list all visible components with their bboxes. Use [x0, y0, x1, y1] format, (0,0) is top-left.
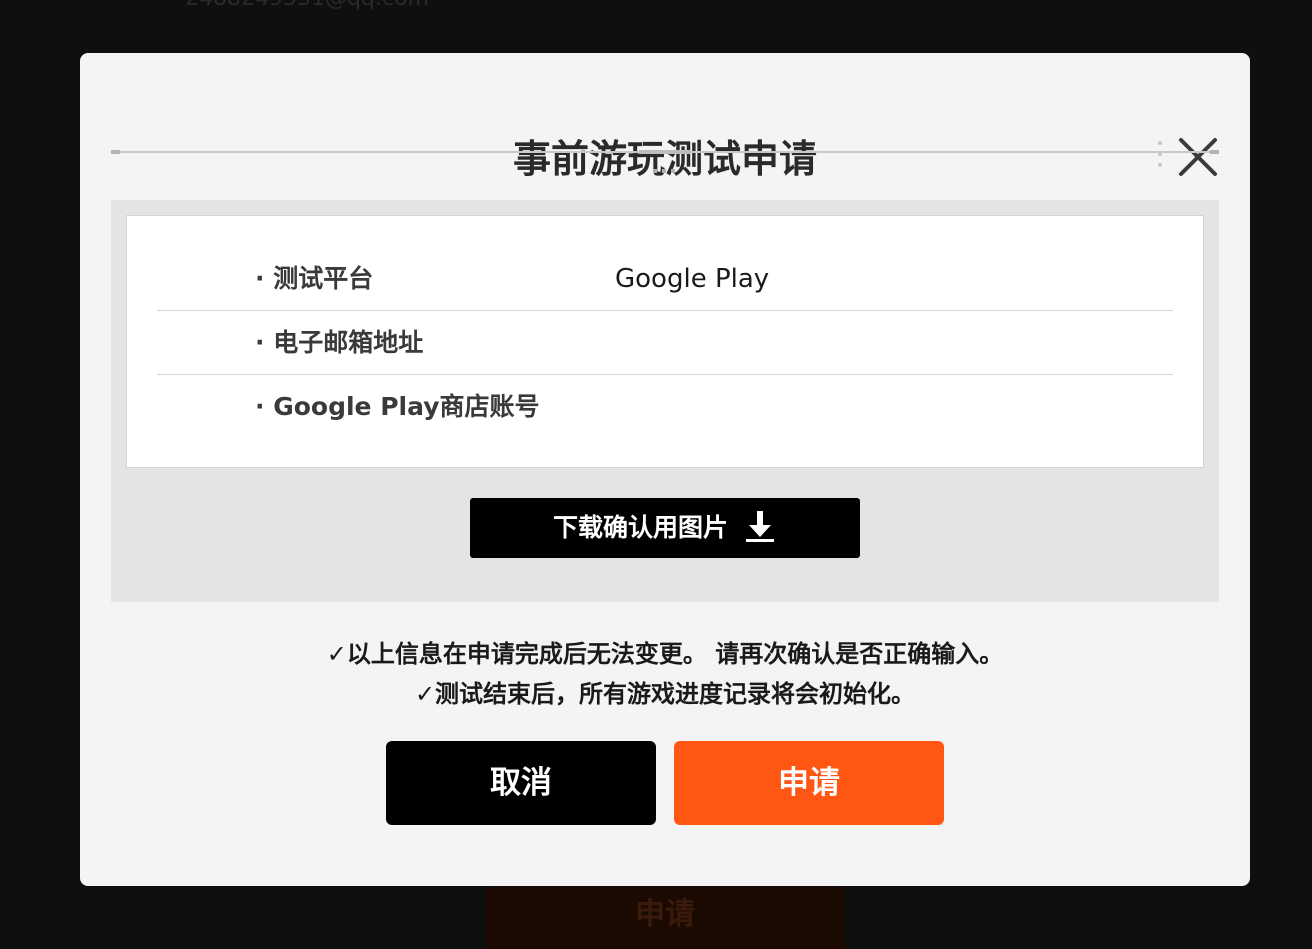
platform-value: Google Play	[615, 264, 770, 294]
info-row-platform: · 测试平台 Google Play	[157, 246, 1173, 311]
account-label: · Google Play商店账号	[255, 392, 540, 421]
apply-modal: 事前游玩测试申请 · 测试平台 Google Play · 电子邮箱地址 · G…	[80, 53, 1250, 886]
background-apply-button: 申请	[485, 887, 845, 949]
close-decoration-dots	[1158, 141, 1164, 173]
notice-line-2: ✓测试结束后，所有游戏进度记录将会初始化。	[414, 680, 916, 708]
divider-end-right	[1210, 150, 1219, 154]
divider-center-dots	[653, 158, 683, 173]
cancel-button[interactable]: 取消	[386, 741, 656, 825]
info-row-email: · 电子邮箱地址	[157, 310, 1173, 375]
download-image-label: 下载确认用图片	[552, 513, 728, 542]
close-icon	[1179, 138, 1217, 176]
notice-line-1: ✓以上信息在申请完成后无法变更。 请再次确认是否正确输入。	[326, 640, 1004, 668]
download-image-button[interactable]: 下载确认用图片	[470, 498, 860, 558]
background-email-text: 2488249531@qq.com	[185, 0, 429, 11]
email-label: · 电子邮箱地址	[255, 328, 424, 357]
platform-label: · 测试平台	[255, 264, 374, 293]
info-row-account: · Google Play商店账号	[157, 374, 1173, 438]
info-card: · 测试平台 Google Play · 电子邮箱地址 · Google Pla…	[126, 215, 1204, 468]
apply-button[interactable]: 申请	[674, 741, 944, 825]
divider-end-left	[111, 150, 120, 154]
download-icon	[746, 511, 775, 542]
close-button[interactable]	[1176, 135, 1220, 179]
info-panel: · 测试平台 Google Play · 电子邮箱地址 · Google Pla…	[111, 200, 1219, 602]
divider-center-mark	[639, 150, 691, 154]
